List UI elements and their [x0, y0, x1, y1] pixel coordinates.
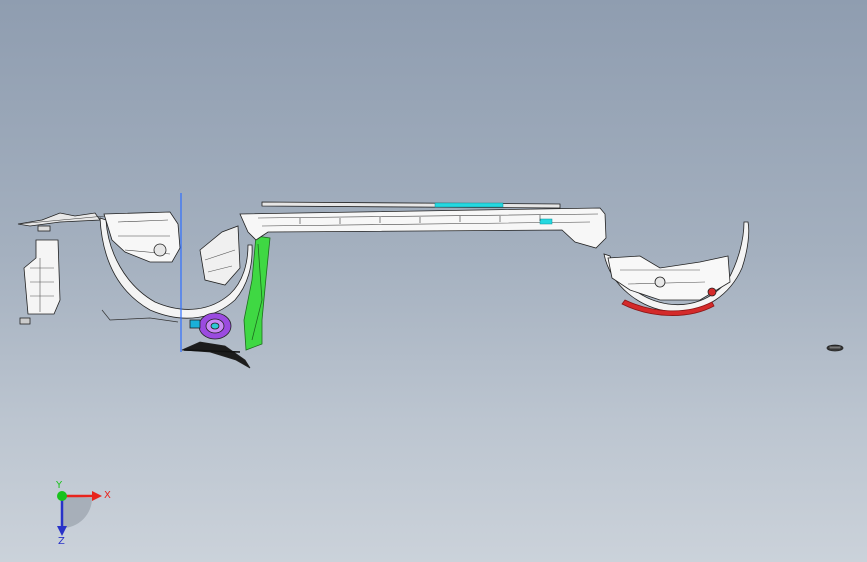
coordinate-triad: X Y Z	[55, 480, 111, 547]
z-axis-arrow-icon	[57, 526, 67, 536]
y-axis-dot-icon	[57, 491, 67, 501]
small-fastener-part[interactable]	[826, 344, 844, 352]
y-axis-label: Y	[55, 480, 63, 491]
graphics-viewport[interactable]: X Y Z	[0, 0, 867, 562]
rear-wheel-arch[interactable]	[603, 221, 750, 316]
triad-shadow-icon	[62, 496, 92, 528]
x-axis-arrow-icon	[92, 491, 102, 501]
x-axis-label: X	[104, 490, 111, 501]
main-longitudinal-rail[interactable]	[239, 201, 607, 249]
z-axis-label: Z	[58, 536, 65, 547]
hub-assembly[interactable]	[181, 312, 251, 369]
front-wheel-arch[interactable]	[99, 211, 253, 323]
left-bracket-cluster[interactable]	[17, 212, 106, 325]
cad-model[interactable]	[0, 0, 867, 562]
